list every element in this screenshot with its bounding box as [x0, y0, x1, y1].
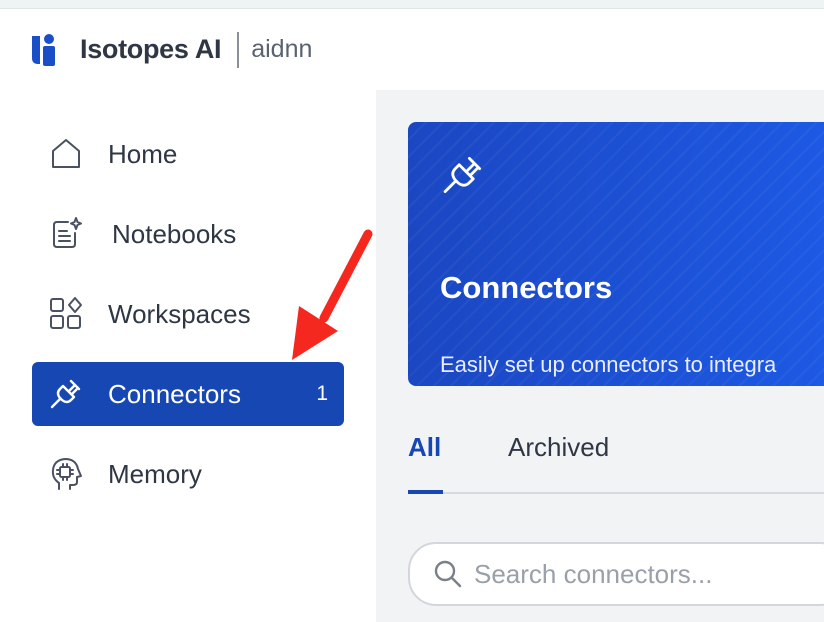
- search-box[interactable]: [408, 542, 824, 606]
- sidebar-item-memory[interactable]: Memory: [32, 442, 344, 506]
- notebook-icon: [46, 214, 86, 254]
- browser-top-strip: [0, 0, 824, 9]
- sidebar-item-label: Workspaces: [108, 298, 251, 329]
- sidebar-item-home[interactable]: Home: [32, 122, 344, 186]
- connector-tabs: All Archived: [408, 428, 824, 494]
- brain-head-icon: [46, 454, 86, 494]
- sidebar-item-label: Notebooks: [112, 218, 237, 249]
- hero-description: Easily set up connectors to integra: [440, 352, 777, 377]
- annotation-arrow-icon: [292, 229, 373, 360]
- header-divider: [237, 31, 240, 68]
- sidebar-item-label: Memory: [108, 458, 202, 489]
- plug-icon: [46, 374, 86, 414]
- isotopes-logo-icon[interactable]: [32, 33, 68, 66]
- sidebar-item-label: Home: [108, 138, 178, 169]
- connectors-count-badge: 1: [316, 382, 328, 405]
- search-input[interactable]: [474, 558, 824, 590]
- active-tab-indicator: [408, 490, 443, 494]
- search-icon: [432, 558, 464, 590]
- main-content: Connectors Easily set up connectors to i…: [376, 90, 824, 622]
- product-name: aidnn: [251, 35, 313, 63]
- plug-icon: [440, 152, 486, 198]
- sidebar-item-connectors[interactable]: Connectors 1: [32, 362, 344, 426]
- workspaces-icon: [46, 294, 86, 334]
- hero-title: Connectors: [440, 270, 613, 305]
- brand-name: Isotopes AI: [80, 34, 222, 64]
- sidebar-item-label: Connectors: [108, 378, 241, 409]
- home-icon: [46, 134, 86, 174]
- tab-archived[interactable]: Archived: [508, 432, 609, 463]
- tab-all[interactable]: All: [408, 432, 441, 463]
- app-header: Isotopes AI aidnn: [0, 9, 824, 90]
- connectors-hero-banner: Connectors Easily set up connectors to i…: [408, 122, 824, 386]
